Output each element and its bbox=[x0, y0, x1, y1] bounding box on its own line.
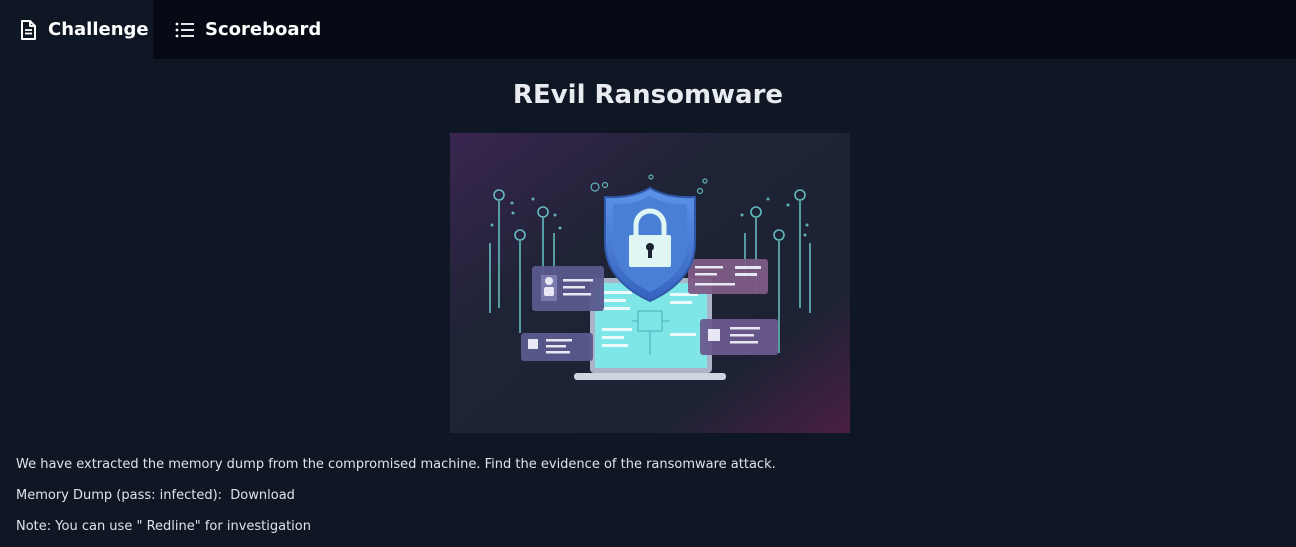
tab-scoreboard-label: Scoreboard bbox=[205, 19, 322, 40]
memory-dump-label: Memory Dump (pass: infected): bbox=[16, 488, 223, 503]
challenge-image bbox=[450, 133, 850, 433]
top-navigation: Challenge Scoreboard bbox=[0, 0, 1296, 59]
challenge-title: REvil Ransomware bbox=[512, 80, 784, 110]
list-icon bbox=[175, 19, 195, 41]
memory-dump-line: Memory Dump (pass: infected): Download bbox=[16, 488, 295, 503]
tab-scoreboard[interactable]: Scoreboard bbox=[153, 0, 341, 59]
tab-challenge[interactable]: Challenge bbox=[0, 0, 153, 59]
download-link[interactable]: Download bbox=[230, 488, 295, 503]
challenge-description: We have extracted the memory dump from t… bbox=[16, 457, 776, 472]
tab-challenge-label: Challenge bbox=[48, 19, 149, 40]
document-icon bbox=[18, 19, 38, 41]
challenge-note: Note: You can use " Redline" for investi… bbox=[16, 519, 311, 534]
